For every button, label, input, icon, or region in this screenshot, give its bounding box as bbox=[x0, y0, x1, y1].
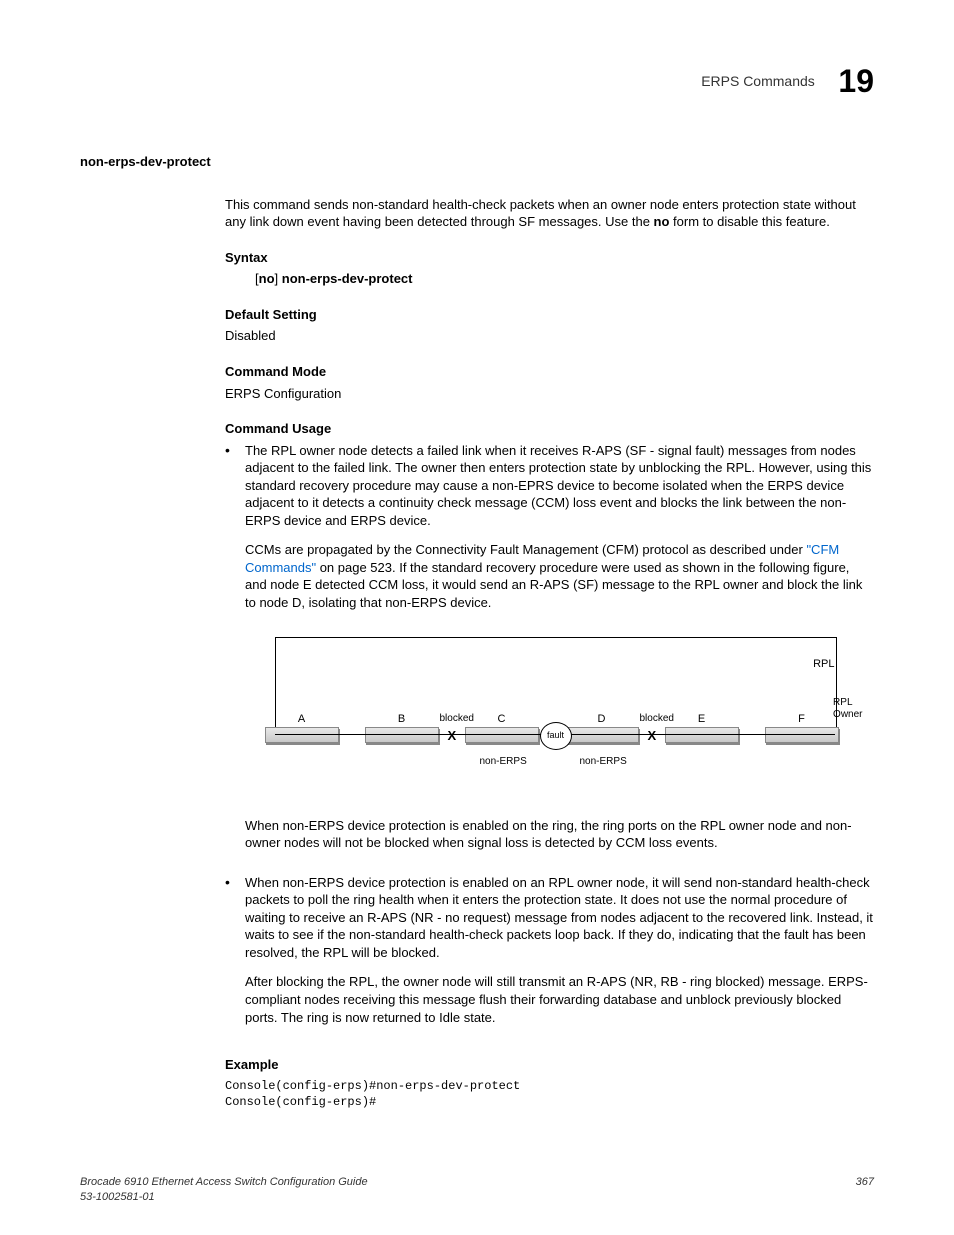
section-title: ERPS Commands bbox=[701, 72, 815, 91]
default-setting-value: Disabled bbox=[225, 327, 874, 345]
default-setting-heading: Default Setting bbox=[225, 306, 874, 324]
non-erps-label-2: non-ERPS bbox=[580, 755, 627, 769]
intro-paragraph: This command sends non-standard health-c… bbox=[225, 196, 874, 231]
chapter-number: 19 bbox=[838, 60, 874, 103]
bullet-icon: • bbox=[225, 442, 245, 864]
command-mode-value: ERPS Configuration bbox=[225, 385, 874, 403]
usage-b2-p1: When non-ERPS device protection is enabl… bbox=[245, 874, 874, 962]
usage-b1-p2: CCMs are propagated by the Connectivity … bbox=[245, 541, 874, 611]
ring-topology-diagram: RPL RPLOwner A B C D E F blocked X bbox=[265, 627, 855, 797]
blocked-label-2: blocked bbox=[640, 712, 674, 726]
command-name-heading: non-erps-dev-protect bbox=[80, 153, 874, 171]
syntax-heading: Syntax bbox=[225, 249, 874, 267]
usage-bullet-2: • When non-ERPS device protection is ena… bbox=[225, 874, 874, 1038]
footer-left: Brocade 6910 Ethernet Access Switch Conf… bbox=[80, 1175, 368, 1205]
rpl-label: RPL bbox=[813, 657, 834, 672]
usage-b1-p1: The RPL owner node detects a failed link… bbox=[245, 442, 874, 530]
usage-b1-p3: When non-ERPS device protection is enabl… bbox=[245, 817, 874, 852]
syntax-line: [no] non-erps-dev-protect bbox=[255, 270, 874, 288]
usage-bullet-1: • The RPL owner node detects a failed li… bbox=[225, 442, 874, 864]
command-usage-heading: Command Usage bbox=[225, 420, 874, 438]
blocked-label-1: blocked bbox=[440, 712, 474, 726]
command-mode-heading: Command Mode bbox=[225, 363, 874, 381]
page-header: ERPS Commands 19 bbox=[80, 60, 874, 103]
footer-page-number: 367 bbox=[856, 1175, 874, 1205]
x-mark-1: X bbox=[448, 727, 457, 745]
non-erps-label-1: non-ERPS bbox=[480, 755, 527, 769]
usage-b2-p2: After blocking the RPL, the owner node w… bbox=[245, 973, 874, 1026]
example-heading: Example bbox=[225, 1056, 874, 1074]
page-footer: Brocade 6910 Ethernet Access Switch Conf… bbox=[80, 1175, 874, 1205]
bullet-icon: • bbox=[225, 874, 245, 1038]
x-mark-2: X bbox=[648, 727, 657, 745]
fault-circle: fault bbox=[540, 722, 572, 750]
example-code: Console(config-erps)#non-erps-dev-protec… bbox=[225, 1078, 874, 1110]
